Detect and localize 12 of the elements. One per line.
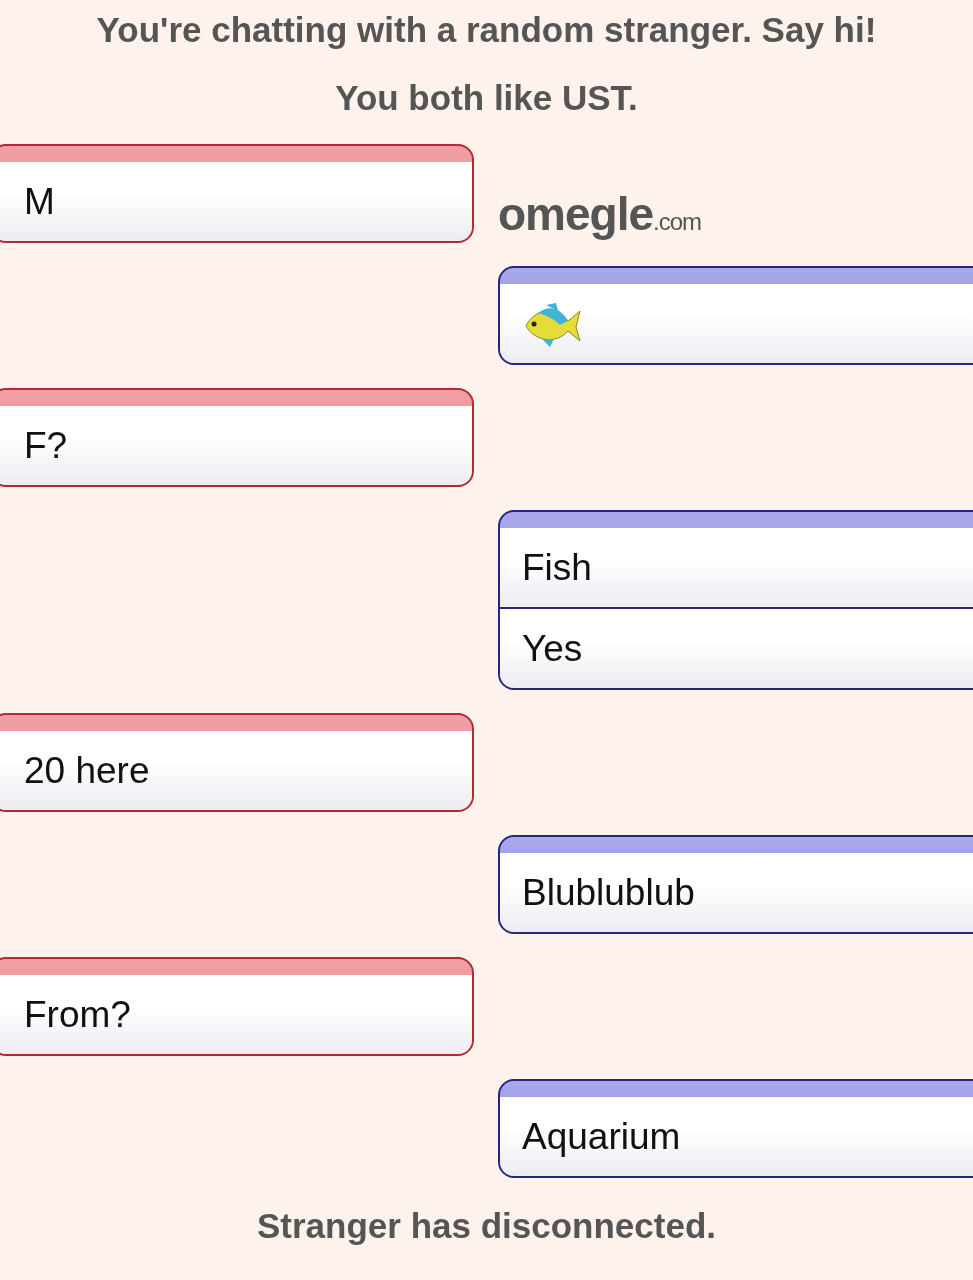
message-text: Fish — [522, 546, 592, 589]
status-message: You both like UST. — [334, 78, 639, 118]
message-text: From? — [24, 993, 131, 1036]
message-text: F? — [24, 424, 68, 467]
message-text: M — [24, 180, 55, 223]
message-text: Blublublub — [522, 871, 695, 914]
message-text: Aquarium — [522, 1115, 681, 1158]
status-message: You're chatting with a random stranger. Say hi! — [95, 10, 878, 50]
message-text: 20 here — [24, 749, 150, 792]
message-text: Yes — [522, 627, 583, 670]
status-message: Stranger has disconnected. — [256, 1206, 717, 1246]
logo: omegle.com — [498, 187, 703, 241]
